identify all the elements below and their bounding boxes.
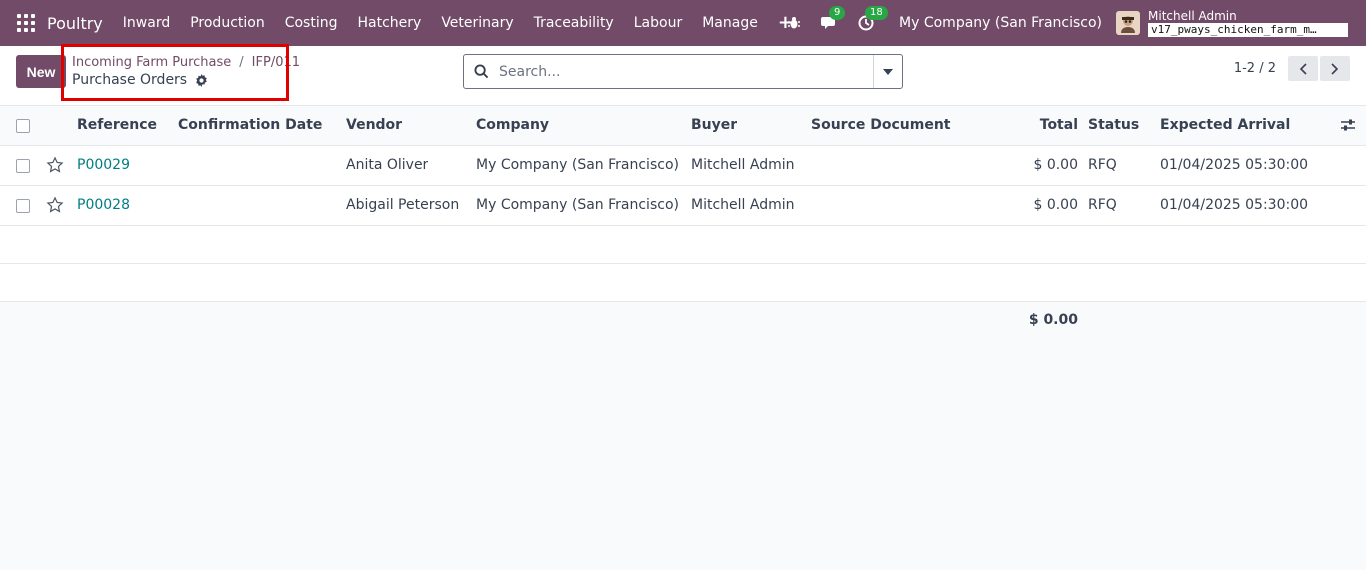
top-navbar: Poultry Inward Production Costing Hatche…	[0, 0, 1366, 46]
debug-bug-icon[interactable]	[783, 12, 805, 34]
search-bar	[463, 54, 903, 89]
column-company[interactable]: Company	[476, 106, 549, 146]
pager-previous-button[interactable]	[1288, 56, 1318, 81]
user-menu[interactable]: Mitchell Admin v17_pways_chicken_farm_m…	[1148, 9, 1348, 37]
menu-item-costing[interactable]: Costing	[275, 0, 348, 46]
user-name: Mitchell Admin	[1148, 9, 1237, 23]
menu-item-traceability[interactable]: Traceability	[524, 0, 624, 46]
cell-reference[interactable]: P00029	[77, 146, 130, 186]
menu-item-manage[interactable]: Manage	[692, 0, 768, 46]
cell-expected-arrival: 01/04/2025 05:30:00	[1160, 157, 1309, 173]
cell-buyer: Mitchell Admin	[691, 157, 795, 173]
column-reference[interactable]: Reference	[77, 106, 157, 146]
menu-item-veterinary[interactable]: Veterinary	[431, 0, 523, 46]
search-options-toggle[interactable]	[873, 55, 902, 88]
menu-item-production[interactable]: Production	[180, 0, 274, 46]
cell-company: My Company (San Francisco)	[476, 197, 679, 213]
column-total[interactable]: Total	[1000, 106, 1078, 146]
table-header: Reference Confirmation Date Vendor Compa…	[0, 106, 1366, 146]
app-brand[interactable]: Poultry	[47, 14, 103, 33]
menu-item-inward[interactable]: Inward	[113, 0, 180, 46]
column-vendor[interactable]: Vendor	[346, 106, 402, 146]
priority-star-icon[interactable]	[46, 156, 64, 174]
cell-company: My Company (San Francisco)	[476, 157, 679, 173]
apps-grid-icon[interactable]	[17, 14, 35, 32]
activities-count-badge: 18	[865, 6, 888, 20]
cell-vendor: Abigail Peterson	[346, 197, 460, 213]
menu-item-hatchery[interactable]: Hatchery	[347, 0, 431, 46]
column-confirmation-date[interactable]: Confirmation Date	[178, 106, 322, 146]
control-panel: New Incoming Farm Purchase / IFP/011 Purch…	[0, 44, 1366, 106]
cell-status: RFQ	[1088, 157, 1117, 173]
pager-value[interactable]: 1-2 / 2	[1234, 61, 1276, 76]
new-button[interactable]: New	[16, 55, 66, 88]
messages-icon[interactable]: 9	[819, 6, 846, 34]
cell-total: $ 0.00	[1033, 197, 1078, 213]
table-row[interactable]: P00028 Abigail Peterson My Company (San …	[0, 186, 1366, 226]
cell-total: $ 0.00	[1033, 157, 1078, 173]
column-buyer[interactable]: Buyer	[691, 106, 737, 146]
search-icon	[474, 64, 489, 79]
navbar-systray: 9 18 My Company (San Francisco) Mitchell…	[783, 0, 1366, 46]
company-switcher[interactable]: My Company (San Francisco)	[899, 15, 1102, 31]
cell-status: RFQ	[1088, 197, 1117, 213]
search-input[interactable]	[499, 63, 869, 80]
cell-buyer: Mitchell Admin	[691, 197, 795, 213]
pager: 1-2 / 2	[1234, 56, 1350, 81]
column-options-sliders-icon[interactable]	[1340, 117, 1356, 133]
column-status[interactable]: Status	[1088, 106, 1139, 146]
menu-item-labour[interactable]: Labour	[624, 0, 692, 46]
cell-reference[interactable]: P00028	[77, 186, 130, 226]
cell-expected-arrival: 01/04/2025 05:30:00	[1160, 197, 1309, 213]
main-menu: Inward Production Costing Hatchery Veter…	[113, 0, 803, 46]
breadcrumb-highlight-box	[61, 44, 289, 101]
column-source-document[interactable]: Source Document	[811, 106, 951, 146]
messages-count-badge: 9	[829, 6, 846, 20]
priority-star-icon[interactable]	[46, 196, 64, 214]
table-row[interactable]: P00029 Anita Oliver My Company (San Fran…	[0, 146, 1366, 186]
row-checkbox[interactable]	[16, 159, 30, 173]
cell-vendor: Anita Oliver	[346, 157, 429, 173]
activities-clock-icon[interactable]: 18	[855, 6, 888, 34]
empty-table-row	[0, 226, 1366, 264]
database-name: v17_pways_chicken_farm_m…	[1148, 23, 1348, 37]
purchase-orders-table: Reference Confirmation Date Vendor Compa…	[0, 106, 1366, 302]
column-expected-arrival[interactable]: Expected Arrival	[1160, 106, 1290, 146]
footer-total-sum: $ 0.00	[1028, 312, 1078, 328]
select-all-checkbox[interactable]	[16, 119, 30, 133]
user-avatar[interactable]	[1116, 11, 1140, 35]
pager-next-button[interactable]	[1320, 56, 1350, 81]
row-checkbox[interactable]	[16, 199, 30, 213]
empty-table-row	[0, 264, 1366, 302]
